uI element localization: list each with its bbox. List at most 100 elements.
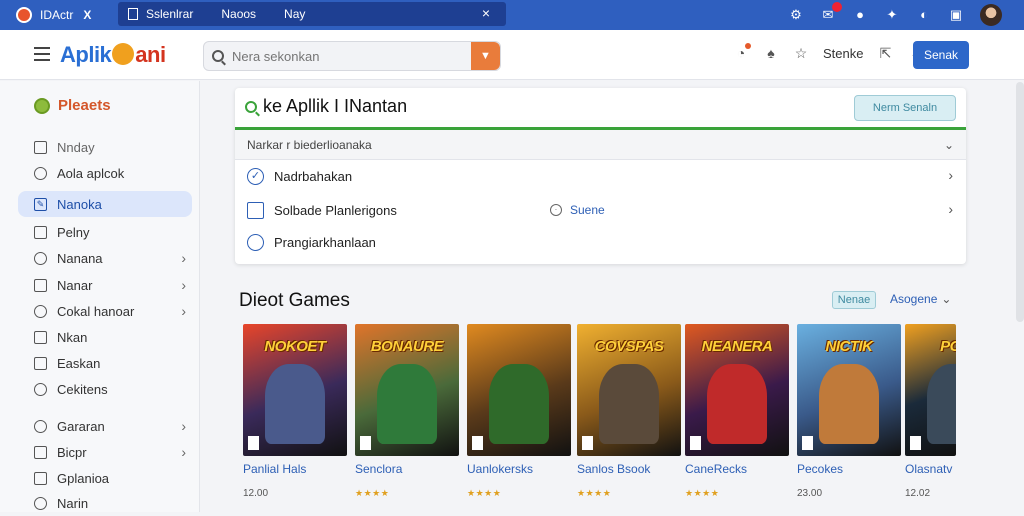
game-card[interactable]: COVSPAS Sanlos Bsook ★★★★: [577, 324, 681, 499]
sidebar-item[interactable]: Narin: [18, 490, 192, 516]
sidebar-item[interactable]: Pelny: [18, 219, 192, 245]
option-row[interactable]: ✓ Nadrbahakan ›: [247, 163, 957, 189]
option-row[interactable]: Prangiarkhanlaan: [247, 229, 957, 255]
square-icon: [34, 225, 47, 239]
rating-stars: ★★★★: [467, 488, 502, 498]
lock-icon: [34, 356, 47, 370]
browser-top-bar: IDActr X Sslenlrar Naoos Nay × ⚙ ✉ ● ✦ ◐…: [0, 0, 1024, 30]
share-icon[interactable]: ⇱: [877, 45, 893, 61]
game-cover-image[interactable]: NICTIK: [797, 324, 901, 456]
game-cover-image[interactable]: BONAURE: [355, 324, 459, 456]
bell-icon[interactable]: ♠: [763, 45, 779, 61]
sort-dropdown[interactable]: Asogene ⌄: [890, 292, 951, 306]
age-rating-badge: [802, 436, 813, 450]
game-price: 12.02: [905, 488, 931, 499]
game-card[interactable]: NEANERA CaneRecks ★★★★: [685, 324, 789, 499]
chevron-right-icon: ›: [181, 277, 186, 293]
sidebar: Pleaets Nnday Aola aplcok ✎ Nanoka Pelny …: [0, 81, 200, 512]
cover-title: COVSPAS: [594, 338, 664, 355]
game-card[interactable]: BONAURE Senclora ★★★★: [355, 324, 459, 499]
game-title[interactable]: Panlial Hals: [243, 462, 347, 476]
sidebar-item[interactable]: Cekitens: [18, 376, 192, 402]
sidebar-item[interactable]: Nanana ›: [18, 245, 192, 271]
app-logo[interactable]: Aplik ani: [60, 42, 166, 68]
filter-chip[interactable]: Nenae: [832, 291, 876, 309]
age-rating-badge: [360, 436, 371, 450]
game-title[interactable]: Uanlokersks: [467, 462, 571, 476]
shield-icon[interactable]: ●: [852, 7, 868, 23]
panel-search-button[interactable]: Nerm Senaln: [854, 95, 956, 121]
game-title[interactable]: Senclora: [355, 462, 459, 476]
chevron-down-icon: ⌄: [941, 292, 952, 306]
close-tab-icon[interactable]: X: [83, 8, 91, 22]
sidebar-item[interactable]: Nnday: [18, 134, 192, 160]
game-card[interactable]: NICTIK Pecokes 23.00: [797, 324, 901, 499]
checkbox-icon[interactable]: [247, 201, 264, 219]
panel-dropdown[interactable]: Narkar r biederlioanaka ⌄: [235, 130, 966, 160]
chevron-right-icon: ›: [181, 303, 186, 319]
game-cover-image[interactable]: [467, 324, 571, 456]
sidebar-item[interactable]: Easkan: [18, 350, 192, 376]
star-icon[interactable]: ☆: [793, 45, 809, 61]
game-card[interactable]: Uanlokersks ★★★★: [467, 324, 571, 499]
settings-icon[interactable]: ⚙: [788, 7, 804, 23]
sidebar-item[interactable]: Gararan ›: [18, 413, 192, 439]
game-cover-image[interactable]: NOKOET: [243, 324, 347, 456]
sidebar-item[interactable]: Nkan: [18, 324, 192, 350]
game-cover-image[interactable]: COVSPAS: [577, 324, 681, 456]
app-header: Aplikani ▼ ◔ ♠ ☆ Stenke ⇱ ⌄ Senak: [0, 30, 1024, 80]
search-submit-button[interactable]: ▼: [471, 42, 500, 70]
app-favicon-icon: [16, 7, 32, 23]
game-title[interactable]: Pecokes: [797, 462, 901, 476]
game-card[interactable]: POIS Olasnatv 12.02: [905, 324, 956, 499]
game-title[interactable]: Sanlos Bsook: [577, 462, 681, 476]
chevron-down-icon: ⌄: [943, 138, 954, 152]
tab-extra-label: Nay: [284, 7, 306, 21]
cover-title: BONAURE: [370, 338, 444, 355]
clock-icon: ·: [550, 204, 562, 216]
browser-tab-active[interactable]: Sslenlrar Naoos Nay ×: [118, 2, 506, 26]
notification-icon[interactable]: ◔: [733, 43, 751, 61]
sidebar-item-active[interactable]: ✎ Nanoka: [18, 191, 192, 217]
game-card[interactable]: NOKOET Panlial Hals 12.00: [243, 324, 347, 499]
avatar[interactable]: [980, 4, 1002, 26]
header-primary-button[interactable]: Senak: [913, 41, 969, 69]
page-icon: [128, 8, 138, 20]
cover-title: NEANERA: [701, 338, 773, 355]
gear-icon: [34, 166, 47, 180]
menu-icon[interactable]: [34, 47, 50, 61]
header-link[interactable]: Stenke: [823, 46, 863, 61]
cover-title: NOKOET: [264, 338, 326, 355]
game-title[interactable]: CaneRecks: [685, 462, 789, 476]
rating-stars: ★★★★: [685, 488, 720, 498]
search-icon: [34, 304, 47, 318]
option-row[interactable]: Solbade Planlerigons · Suene ›: [247, 197, 957, 223]
character-figure: [599, 364, 659, 444]
sidebar-item[interactable]: Bicpr ›: [18, 439, 192, 465]
notification-icon[interactable]: ✉: [820, 2, 842, 23]
scrollbar[interactable]: [1016, 82, 1024, 322]
close-tab-icon[interactable]: ×: [482, 5, 490, 21]
gear-icon: [34, 419, 47, 433]
search-input[interactable]: [232, 48, 452, 64]
search-bar[interactable]: ▼: [203, 41, 501, 71]
pin-icon[interactable]: ✦: [884, 7, 900, 23]
sidebar-item[interactable]: Aola aplcok: [18, 160, 192, 186]
game-cover-image[interactable]: NEANERA: [685, 324, 789, 456]
game-title[interactable]: Olasnatv: [905, 462, 956, 476]
sidebar-heading[interactable]: Pleaets: [34, 97, 111, 114]
age-rating-badge: [472, 436, 483, 450]
globe-icon[interactable]: ◐: [916, 7, 932, 23]
system-tray: ⚙ ✉ ● ✦ ◐ ▣: [788, 2, 1002, 26]
game-price: 23.00: [797, 488, 823, 499]
sidebar-item[interactable]: Nanar ›: [18, 272, 192, 298]
sidebar-item[interactable]: Gplanioa: [18, 465, 192, 491]
window-icon[interactable]: ▣: [948, 7, 964, 23]
box-icon: [34, 330, 47, 344]
browser-tab[interactable]: IDActr X: [16, 4, 112, 26]
sidebar-item[interactable]: Cokal hanoar ›: [18, 298, 192, 324]
tab-extra-label: Naoos: [221, 7, 257, 21]
game-cover-image[interactable]: POIS: [905, 324, 956, 456]
circle-icon: [247, 233, 264, 251]
option-status: · Suene: [550, 203, 605, 217]
